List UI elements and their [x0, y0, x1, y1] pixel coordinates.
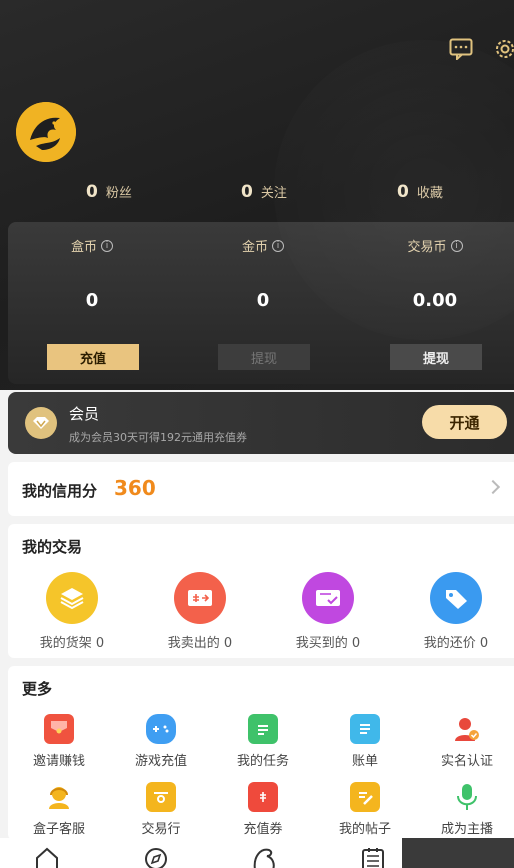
service-coupon[interactable]: 充值券 [218, 782, 308, 837]
service-label: 盒子客服 [32, 822, 85, 837]
following-count: 0 [241, 182, 253, 202]
service-become-streamer[interactable]: 成为主播 [422, 782, 512, 837]
fans-label: 粉丝 [105, 186, 132, 201]
verify-user-icon [452, 714, 482, 744]
trade-item-sold[interactable]: 我卖出的 0 [150, 572, 250, 651]
service-label: 我的帖子 [338, 822, 391, 837]
credit-score: 360 [114, 476, 156, 500]
box-coin-label: 盒币 [70, 240, 97, 255]
message-icon[interactable] [448, 36, 474, 62]
coupon-icon [248, 782, 278, 812]
service-label: 账单 [351, 754, 378, 769]
membership-banner[interactable]: 会员 成为会员30天可得192元通用充值券 开通 [8, 392, 514, 454]
bill-icon [350, 714, 380, 744]
trade-item-bought[interactable]: 我买到的 0 [278, 572, 378, 651]
info-icon[interactable]: i [101, 239, 113, 252]
service-label: 成为主播 [440, 822, 493, 837]
service-label: 我的任务 [236, 754, 289, 769]
service-trading-house[interactable]: 交易行 [116, 782, 206, 837]
service-label: 交易行 [141, 822, 181, 837]
service-label: 游戏充值 [134, 754, 187, 769]
dragon-logo-icon [16, 102, 76, 162]
trade-item-label: 我买到的 0 [295, 636, 361, 651]
stack-icon [46, 572, 98, 624]
dark-overlay-block [402, 838, 514, 868]
trade-item-shelf[interactable]: 我的货架 0 [22, 572, 122, 651]
box-coin-value: 0 [85, 290, 99, 311]
service-invite[interactable]: 邀请赚钱 [14, 714, 104, 769]
more-services-card: 更多 邀请赚钱 游戏充值 我的任务 账单 实名认证 盒子客服 交易行 充值券 我… [8, 666, 514, 840]
service-label: 实名认证 [440, 754, 493, 769]
gold-coin-column: 金币 i 0 提现 [183, 222, 343, 384]
favorites-stat[interactable]: 0 收藏 [397, 182, 443, 202]
trade-item-label: 我卖出的 0 [167, 636, 233, 651]
more-title: 更多 [22, 680, 53, 698]
credit-score-row[interactable]: 我的信用分 360 [8, 462, 514, 516]
shop-icon [146, 782, 176, 812]
trade-item-counter-offer[interactable]: 我的还价 0 [406, 572, 506, 651]
post-edit-icon [350, 782, 380, 812]
profile-page: 0 粉丝 0 关注 0 收藏 盒币 i 0 充值 金币 i 0 提现 交易币 i… [0, 0, 514, 868]
diamond-icon [25, 407, 57, 439]
info-icon[interactable]: i [272, 239, 284, 252]
service-tasks[interactable]: 我的任务 [218, 714, 308, 769]
fans-stat[interactable]: 0 粉丝 [86, 182, 132, 202]
trade-item-label: 我的还价 0 [423, 636, 489, 651]
bottom-tab-bar [0, 838, 514, 868]
price-tag-icon [430, 572, 482, 624]
trade-withdraw-button[interactable]: 提现 [390, 344, 482, 370]
settings-gear-icon[interactable] [492, 36, 514, 62]
recharge-button[interactable]: 充值 [47, 344, 139, 370]
gamepad-icon [146, 714, 176, 744]
open-membership-button[interactable]: 开通 [422, 405, 507, 439]
home-icon[interactable] [34, 846, 60, 868]
service-customer-support[interactable]: 盒子客服 [14, 782, 104, 837]
compass-icon[interactable] [143, 846, 169, 868]
gold-withdraw-button: 提现 [218, 344, 310, 370]
service-label: 邀请赚钱 [32, 754, 85, 769]
chevron-right-icon [485, 479, 501, 495]
sell-ticket-icon [174, 572, 226, 624]
game-face-icon[interactable] [251, 846, 277, 868]
microphone-icon [452, 782, 482, 812]
avatar[interactable] [16, 102, 76, 162]
customer-service-icon [44, 782, 74, 812]
credit-label: 我的信用分 [22, 482, 98, 500]
gold-coin-label: 金币 [241, 240, 268, 255]
list-icon[interactable] [360, 846, 386, 868]
following-stat[interactable]: 0 关注 [241, 182, 287, 202]
trade-coin-value: 0.00 [412, 290, 458, 311]
follow-stats: 0 粉丝 0 关注 0 收藏 [0, 182, 514, 206]
trade-coin-label: 交易币 [407, 240, 447, 255]
trades-title: 我的交易 [22, 538, 83, 556]
gold-coin-value: 0 [256, 290, 270, 311]
bought-check-icon [302, 572, 354, 624]
following-label: 关注 [260, 186, 287, 201]
service-real-name[interactable]: 实名认证 [422, 714, 512, 769]
member-title: 会员 [69, 405, 100, 423]
service-my-posts[interactable]: 我的帖子 [320, 782, 410, 837]
member-subtitle: 成为会员30天可得192元通用充值券 [69, 431, 247, 444]
service-bill[interactable]: 账单 [320, 714, 410, 769]
favorites-count: 0 [397, 182, 409, 202]
favorites-label: 收藏 [416, 186, 443, 201]
task-clipboard-icon [248, 714, 278, 744]
service-label: 充值券 [243, 822, 283, 837]
red-envelope-icon [44, 714, 74, 744]
wallet-panel: 盒币 i 0 充值 金币 i 0 提现 交易币 i 0.00 提现 [8, 222, 514, 384]
my-trades-card: 我的交易 我的货架 0 我卖出的 0 我买到的 0 我的还价 0 [8, 524, 514, 658]
profile-header: 0 粉丝 0 关注 0 收藏 盒币 i 0 充值 金币 i 0 提现 交易币 i… [0, 0, 514, 390]
service-game-recharge[interactable]: 游戏充值 [116, 714, 206, 769]
trade-coin-column: 交易币 i 0.00 提现 [355, 222, 514, 384]
box-coin-column: 盒币 i 0 充值 [12, 222, 172, 384]
info-icon[interactable]: i [450, 239, 463, 252]
trade-item-label: 我的货架 0 [39, 636, 105, 651]
fans-count: 0 [86, 182, 98, 202]
